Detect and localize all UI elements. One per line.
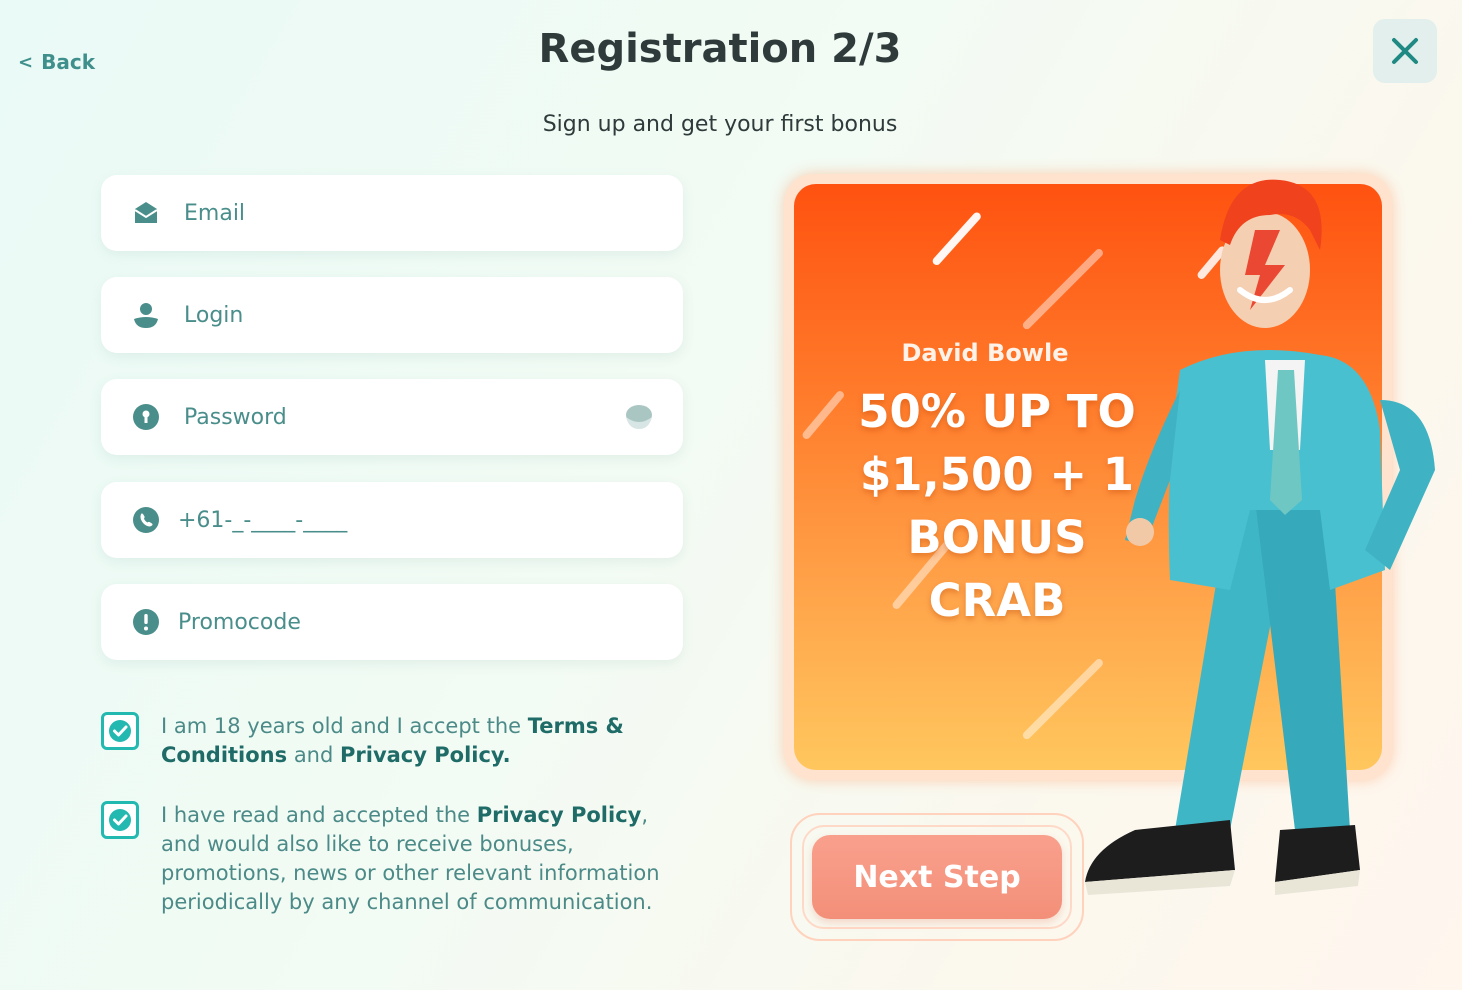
marketing-consent-row: I have read and accepted the Privacy Pol…: [101, 801, 681, 917]
marketing-consent-checkbox[interactable]: [101, 801, 139, 839]
next-step-inner-frame: Next Step: [802, 825, 1072, 929]
phone-input[interactable]: [178, 507, 598, 533]
age-consent-checkbox[interactable]: [101, 712, 139, 750]
privacy-policy-link[interactable]: Privacy Policy: [477, 803, 642, 827]
marketing-consent-text: I have read and accepted the Privacy Pol…: [161, 801, 681, 917]
email-field[interactable]: [101, 175, 683, 251]
light-streak: [931, 210, 983, 267]
next-step-button[interactable]: Next Step: [812, 835, 1062, 919]
checkmark-icon: [109, 809, 131, 831]
character-illustration: [1085, 179, 1435, 895]
marketing-consent-text-part: I have read and accepted the: [161, 803, 477, 827]
phone-field[interactable]: [101, 482, 683, 558]
show-password-icon[interactable]: [625, 403, 653, 431]
close-button[interactable]: [1373, 19, 1437, 83]
close-icon: [1392, 38, 1418, 64]
login-input[interactable]: [184, 302, 604, 328]
exclamation-icon: [132, 608, 160, 636]
email-input[interactable]: [184, 200, 604, 226]
user-icon: [132, 301, 160, 329]
checkmark-icon: [109, 720, 131, 742]
age-consent-text-part: and: [287, 743, 340, 767]
page-subtitle: Sign up and get your first bonus: [542, 112, 898, 137]
email-icon: [132, 199, 160, 227]
login-field[interactable]: [101, 277, 683, 353]
age-consent-text: I am 18 years old and I accept the Terms…: [161, 712, 681, 770]
next-step-frame: Next Step: [790, 813, 1084, 941]
privacy-policy-link[interactable]: Privacy Policy.: [340, 743, 511, 767]
age-consent-text-part: I am 18 years old and I accept the: [161, 714, 528, 738]
page-title: Registration 2/3: [538, 26, 902, 72]
password-field[interactable]: [101, 379, 683, 455]
lock-icon: [132, 403, 160, 431]
promocode-field[interactable]: [101, 584, 683, 660]
password-input[interactable]: [184, 404, 604, 430]
promocode-input[interactable]: [178, 609, 598, 635]
age-consent-row: I am 18 years old and I accept the Terms…: [101, 712, 681, 770]
phone-icon: [132, 506, 160, 534]
